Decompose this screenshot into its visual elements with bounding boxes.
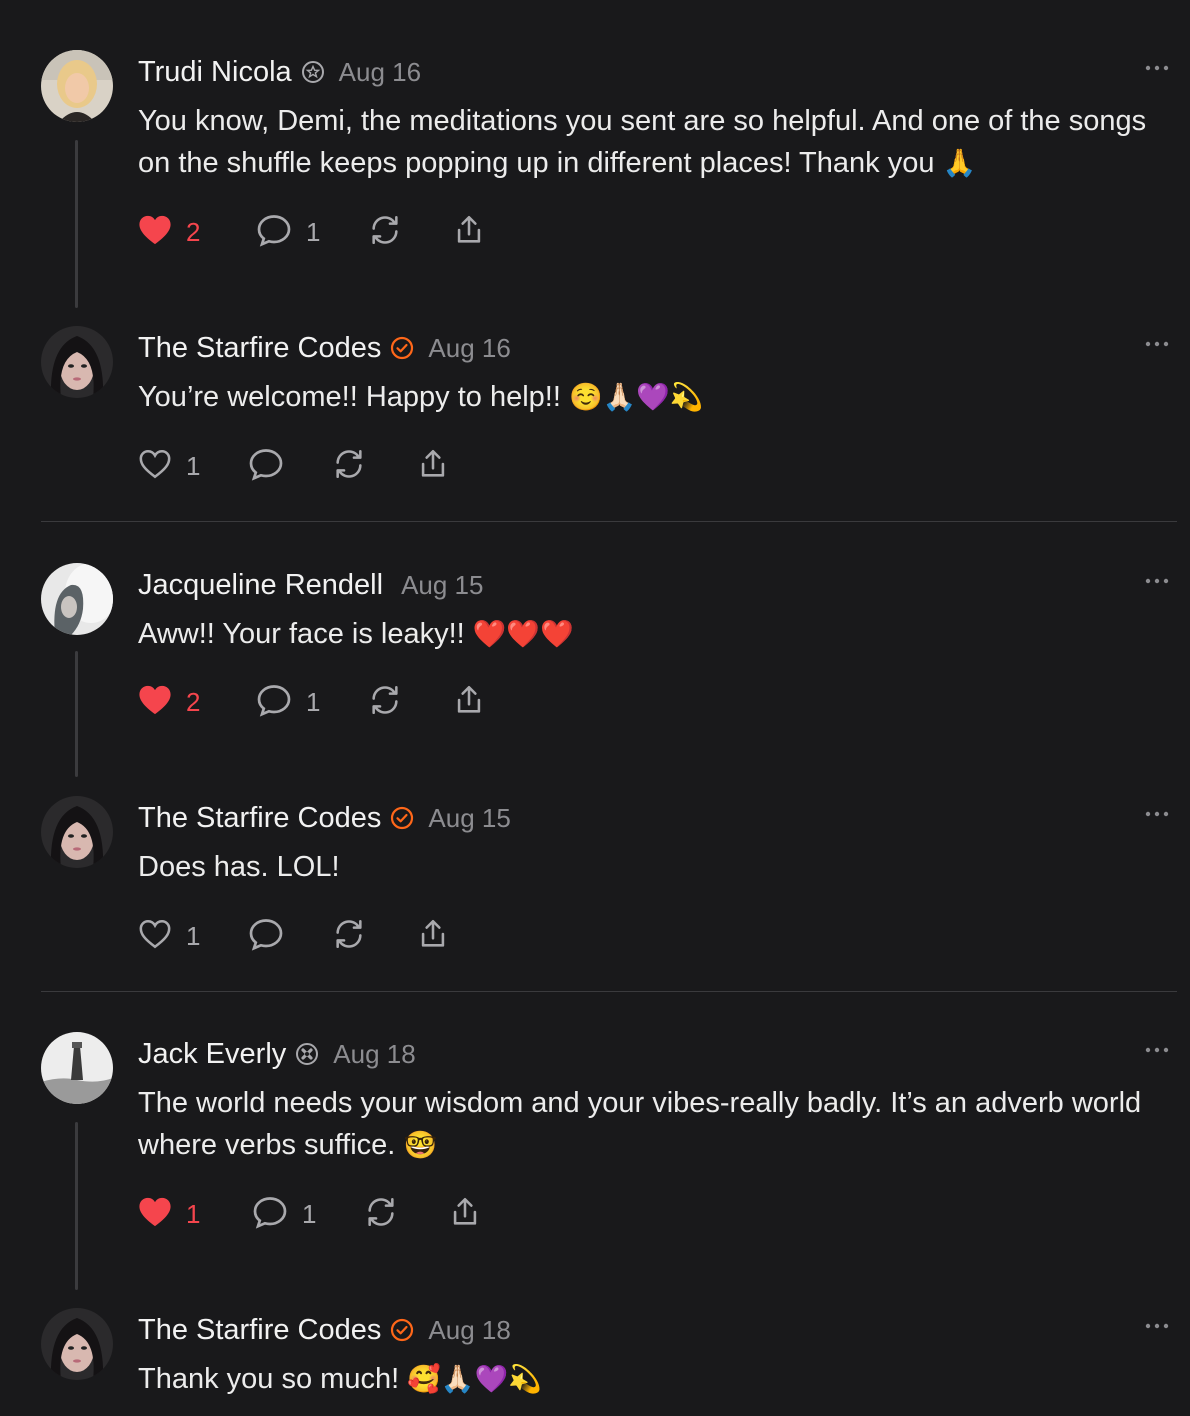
restack-icon: [368, 213, 402, 252]
share-icon: [416, 447, 450, 486]
like-button[interactable]: 1: [138, 446, 248, 486]
more-options-icon[interactable]: [1144, 334, 1170, 354]
comment-text: Thank you so much! 🥰🙏🏻💜💫: [138, 1358, 1148, 1401]
comment-emoji: ☺️🙏🏻💜💫: [568, 382, 704, 413]
thread-line: [75, 140, 78, 308]
like-count: 2: [186, 216, 201, 247]
reply-button[interactable]: 1: [256, 212, 368, 252]
comment-body: The world needs your wisdom and your vib…: [138, 1087, 1150, 1161]
comment-body: Aww!! Your face is leaky!!: [138, 618, 465, 650]
like-button[interactable]: 1: [138, 916, 248, 956]
subscriber-badge-icon: [301, 60, 325, 84]
comment-date[interactable]: Aug 18: [333, 1039, 415, 1070]
restack-icon: [368, 683, 402, 722]
avatar[interactable]: [41, 50, 113, 122]
share-button[interactable]: [416, 446, 450, 486]
like-count: 1: [186, 920, 201, 951]
comment-bubble-icon: [248, 447, 284, 486]
comment-bubble-icon: [248, 917, 284, 956]
author-name[interactable]: The Starfire Codes: [138, 332, 381, 365]
comment-emoji: 🙏: [942, 148, 977, 179]
like-button[interactable]: 1: [138, 1194, 252, 1234]
restack-button[interactable]: [332, 446, 416, 486]
comment-emoji: ❤️❤️❤️: [472, 619, 574, 650]
author-name[interactable]: Trudi Nicola: [138, 56, 292, 89]
thread-line: [75, 1122, 78, 1290]
comment-text: The world needs your wisdom and your vib…: [138, 1082, 1148, 1167]
heart-outline-icon: [138, 918, 172, 955]
restack-button[interactable]: [368, 212, 452, 252]
like-button[interactable]: 2: [138, 212, 256, 252]
author-check-icon: [390, 336, 414, 360]
restack-icon: [364, 1195, 398, 1234]
more-options-icon[interactable]: [1144, 1040, 1170, 1060]
share-button[interactable]: [452, 212, 486, 252]
share-button[interactable]: [452, 682, 486, 722]
avatar[interactable]: [41, 563, 113, 635]
comment-text: You know, Demi, the meditations you sent…: [138, 100, 1148, 185]
comment-emoji: 🤓: [403, 1130, 438, 1161]
heart-filled-icon: [138, 1196, 172, 1233]
author-name[interactable]: The Starfire Codes: [138, 1314, 381, 1347]
comment-body: Thank you so much!: [138, 1363, 400, 1395]
author-name[interactable]: Jack Everly: [138, 1038, 286, 1071]
like-count: 2: [186, 686, 201, 717]
more-options-icon[interactable]: [1144, 804, 1170, 824]
restack-icon: [332, 917, 366, 956]
reply-button[interactable]: 1: [256, 682, 368, 722]
comment-body: Does has. LOL!: [138, 851, 340, 883]
comment-text: You’re welcome!! Happy to help!! ☺️🙏🏻💜💫: [138, 376, 1148, 419]
comment-body: You know, Demi, the meditations you sent…: [138, 105, 1155, 179]
share-icon: [452, 213, 486, 252]
author-name[interactable]: Jacqueline Rendell: [138, 569, 383, 602]
restack-button[interactable]: [332, 916, 416, 956]
restack-icon: [332, 447, 366, 486]
comment-date[interactable]: Aug 15: [401, 570, 483, 601]
thread-line: [75, 651, 78, 777]
comment-bubble-icon: [256, 213, 292, 252]
reply-count: 1: [302, 1198, 317, 1229]
heart-filled-icon: [138, 684, 172, 721]
comment-body: You’re welcome!! Happy to help!!: [138, 381, 561, 413]
heart-filled-icon: [138, 214, 172, 251]
avatar[interactable]: [41, 1032, 113, 1104]
comment-bubble-icon: [252, 1195, 288, 1234]
reply-button[interactable]: [248, 916, 332, 956]
comment-emoji: 🥰🙏🏻💜💫: [407, 1364, 542, 1395]
avatar[interactable]: [41, 326, 113, 398]
avatar[interactable]: [41, 796, 113, 868]
reply-button[interactable]: 1: [252, 1194, 364, 1234]
share-button[interactable]: [448, 1194, 482, 1234]
more-options-icon[interactable]: [1144, 1316, 1170, 1336]
comment-date[interactable]: Aug 18: [428, 1315, 510, 1346]
subscriber-badge-icon: [295, 1042, 319, 1066]
comment-text: Aww!! Your face is leaky!! ❤️❤️❤️: [138, 613, 1148, 656]
comment-date[interactable]: Aug 16: [339, 57, 421, 88]
share-icon: [448, 1195, 482, 1234]
divider: [41, 521, 1177, 522]
divider: [41, 991, 1177, 992]
reply-button[interactable]: [248, 446, 332, 486]
comment-text: Does has. LOL!: [138, 846, 1148, 888]
comment-bubble-icon: [256, 683, 292, 722]
reply-count: 1: [306, 686, 321, 717]
comment-date[interactable]: Aug 16: [428, 333, 510, 364]
comment-date[interactable]: Aug 15: [428, 803, 510, 834]
author-check-icon: [390, 806, 414, 830]
more-options-icon[interactable]: [1144, 571, 1170, 591]
more-options-icon[interactable]: [1144, 58, 1170, 78]
avatar[interactable]: [41, 1308, 113, 1380]
like-count: 1: [186, 450, 201, 481]
share-icon: [416, 917, 450, 956]
author-check-icon: [390, 1318, 414, 1342]
reply-count: 1: [306, 216, 321, 247]
restack-button[interactable]: [368, 682, 452, 722]
restack-button[interactable]: [364, 1194, 448, 1234]
like-count: 1: [186, 1198, 201, 1229]
heart-outline-icon: [138, 448, 172, 485]
share-icon: [452, 683, 486, 722]
share-button[interactable]: [416, 916, 450, 956]
like-button[interactable]: 2: [138, 682, 256, 722]
author-name[interactable]: The Starfire Codes: [138, 802, 381, 835]
